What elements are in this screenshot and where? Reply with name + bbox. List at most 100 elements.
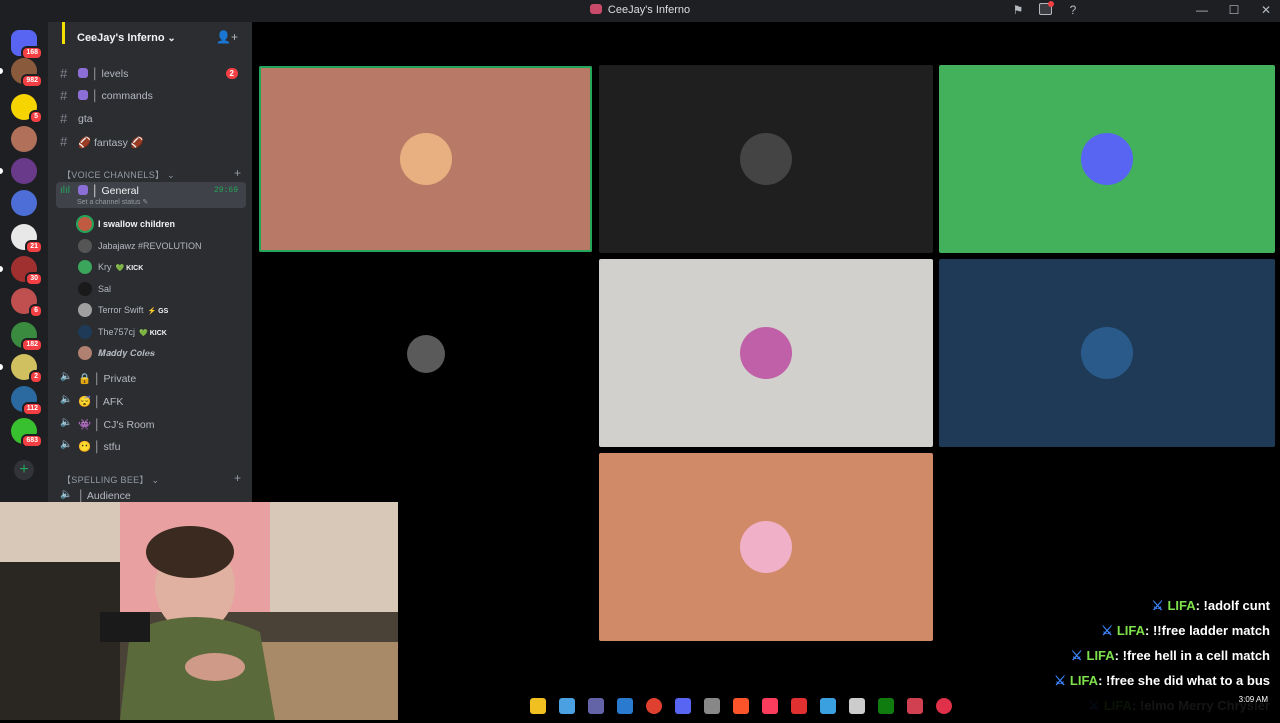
brave-icon[interactable]	[733, 698, 749, 714]
chat-text: : !!free ladder match	[1145, 623, 1270, 638]
xbox-icon[interactable]	[878, 698, 894, 714]
add-server-button[interactable]: +	[14, 460, 34, 480]
channel-emoji-icon: 😴	[78, 396, 92, 408]
mention-badge: 21	[25, 240, 43, 254]
voice-channel-cjs-room[interactable]: 🔈 👾 │ CJ's Room	[56, 414, 246, 434]
chat-text: : !free hell in a cell match	[1114, 648, 1270, 663]
participant-avatar	[406, 335, 445, 373]
username: The757cj	[98, 326, 136, 337]
voice-channel-afk[interactable]: 🔈 😴 │ AFK	[56, 391, 246, 411]
server-icon[interactable]	[11, 158, 37, 184]
chat-username: LIFA	[1116, 623, 1146, 638]
channel-gta[interactable]: # gta	[56, 109, 246, 129]
minimize-button[interactable]: —	[1196, 3, 1208, 17]
invite-icon[interactable]: 👤+	[216, 30, 238, 44]
participant-tile[interactable]	[599, 259, 933, 447]
server-icon[interactable]: 168	[11, 30, 43, 60]
chat-message: ⚔ LIFA: !free hell in a cell match	[970, 648, 1270, 673]
channel-commands[interactable]: # │ commands	[56, 86, 246, 106]
voice-user[interactable]: I swallow children	[76, 214, 246, 234]
sword-icon: ⚔	[1054, 673, 1066, 688]
channel-emoji-icon: 😶	[78, 441, 92, 453]
store-icon[interactable]	[617, 698, 633, 714]
app-14-icon[interactable]	[907, 698, 923, 714]
server-icon[interactable]: 982	[11, 58, 43, 88]
pin-icon[interactable]: ⚑	[1011, 3, 1025, 17]
sword-icon: ⚔	[1070, 648, 1083, 663]
guild-header[interactable]: CeeJay's Inferno 👤+	[48, 22, 252, 54]
teams-icon[interactable]	[588, 698, 604, 714]
close-button[interactable]: ✕	[1260, 3, 1272, 17]
hash-icon: #	[60, 111, 68, 126]
participant-avatar	[740, 521, 792, 573]
chrome-icon[interactable]	[646, 698, 662, 714]
avatar	[78, 238, 92, 253]
app-logo-icon	[589, 4, 602, 14]
voice-channel-audience[interactable]: 🔈 │ Audience	[56, 486, 246, 502]
participant-tile[interactable]	[939, 259, 1275, 447]
unread-pill	[0, 364, 3, 370]
voice-channel-private[interactable]: 🔈 🔒 │ Private	[56, 368, 246, 388]
window-title: CeeJay's Inferno	[0, 4, 1280, 16]
app-7-icon[interactable]	[704, 698, 720, 714]
channel-status[interactable]: Set a channel status ✎	[77, 198, 148, 206]
participant-tile[interactable]	[939, 65, 1275, 253]
category-label: 【VOICE CHANNELS】	[62, 170, 165, 180]
username: 𝑴𝒂𝒅𝒅𝒚 𝑪𝒐𝒍𝒆𝒔	[98, 348, 155, 358]
server-icon[interactable]: 21	[11, 224, 43, 254]
itunes-icon[interactable]	[762, 698, 778, 714]
channel-fantasy[interactable]: # 🏈 fantasy 🏈	[56, 132, 246, 152]
server-icon[interactable]: 683	[11, 418, 43, 448]
add-channel-icon[interactable]: +	[234, 166, 241, 180]
maximize-button[interactable]: ☐	[1228, 3, 1240, 17]
chat-text: : !adolf cunt	[1195, 598, 1270, 613]
username: I swallow children	[98, 219, 176, 229]
copilot-icon[interactable]	[559, 698, 575, 714]
unread-pill	[0, 168, 3, 174]
server-icon[interactable]	[11, 126, 37, 152]
chat-username: LIFA	[1069, 673, 1099, 688]
server-icon[interactable]: 2	[11, 354, 43, 384]
voice-user[interactable]: Jabajawz #REVOLUTION	[76, 236, 246, 256]
inbox-icon[interactable]	[1039, 1, 1054, 15]
participant-tile[interactable]	[599, 65, 933, 253]
obs-icon[interactable]	[936, 698, 952, 714]
server-icon[interactable]: 6	[11, 288, 43, 318]
channel-levels[interactable]: # │ levels 2	[56, 64, 246, 84]
server-icon[interactable]: 30	[11, 256, 43, 286]
participant-avatar	[1081, 133, 1133, 185]
speaker-icon: 🔈	[60, 417, 73, 428]
participant-tile[interactable]	[259, 260, 592, 448]
app-12-icon[interactable]	[849, 698, 865, 714]
server-icon[interactable]: 5	[11, 94, 43, 124]
participant-tile[interactable]	[259, 66, 592, 252]
avatar	[78, 260, 92, 274]
server-icon[interactable]	[11, 190, 37, 216]
file-explorer-icon[interactable]	[530, 698, 546, 714]
app-11-icon[interactable]	[820, 698, 836, 714]
server-icon[interactable]: 182	[11, 322, 43, 352]
help-icon[interactable]: ?	[1066, 3, 1080, 17]
voice-channel-stfu[interactable]: 🔈 😶 │ stfu	[56, 436, 246, 456]
guild-name[interactable]: CeeJay's Inferno	[77, 32, 176, 44]
voice-user[interactable]: Kry 💚 KICK	[76, 257, 246, 277]
sword-icon: ⚔	[1101, 623, 1113, 638]
speaker-icon: 🔈	[60, 489, 73, 500]
voice-channel-general[interactable]: ılıl │ General Set a channel status ✎ 29…	[56, 182, 246, 208]
add-channel-icon[interactable]: +	[234, 471, 241, 485]
participant-avatar	[740, 133, 792, 185]
category-spelling-bee[interactable]: 【SPELLING BEE】 ⌄ +	[62, 471, 241, 486]
voice-user[interactable]: The757cj 💚 KICK	[76, 322, 246, 342]
chat-username: LIFA	[1086, 648, 1115, 663]
speaker-icon: 🔈	[60, 371, 73, 382]
discord-icon[interactable]	[675, 698, 691, 714]
voice-user[interactable]: 𝑴𝒂𝒅𝒅𝒚 𝑪𝒐𝒍𝒆𝒔	[76, 343, 246, 363]
server-icon[interactable]: 112	[11, 386, 43, 416]
category-voice-channels[interactable]: 【VOICE CHANNELS】 ⌄ +	[62, 166, 241, 181]
chat-message: ⚔ LIFA: !!free ladder match	[970, 623, 1270, 648]
mention-badge: 112	[21, 402, 43, 416]
participant-tile[interactable]	[599, 453, 933, 641]
voice-user[interactable]: Sal	[76, 279, 246, 299]
voice-user[interactable]: Terror Swift ⚡ GS	[76, 300, 246, 320]
app-10-icon[interactable]	[791, 698, 807, 714]
